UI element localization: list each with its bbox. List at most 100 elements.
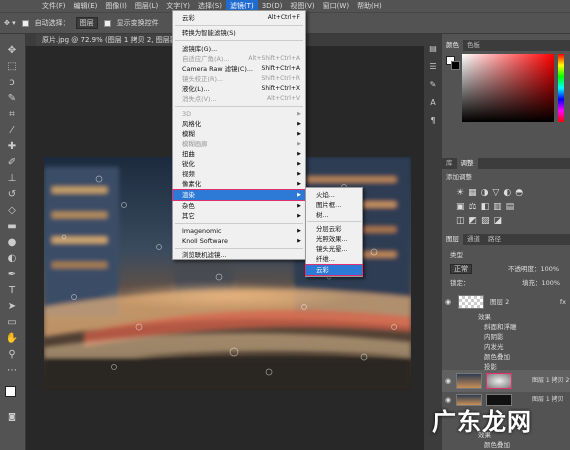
menu-edit[interactable]: 编辑(E): [70, 0, 102, 12]
more-tools-icon[interactable]: ⋯: [5, 364, 19, 378]
layer-name[interactable]: 图层 2: [490, 294, 509, 310]
submenu-item-difference-clouds[interactable]: 分层云彩: [306, 224, 362, 234]
menu-help[interactable]: 帮助(H): [353, 0, 386, 12]
menu-item-stylize[interactable]: 风格化 ▶: [173, 119, 305, 129]
submenu-item-fibers[interactable]: 纤维...: [306, 254, 362, 264]
character-panel-icon[interactable]: A: [426, 96, 440, 110]
menu-item-vanishing-point[interactable]: 消失点(V)... Alt+Ctrl+V: [173, 94, 305, 104]
menu-item-convert-smart-filter[interactable]: 转换为智能滤镜(S): [173, 28, 305, 38]
menu-item-pixelate[interactable]: 像素化 ▶: [173, 179, 305, 189]
blend-mode-select[interactable]: 正常: [450, 264, 472, 274]
auto-select-checkbox[interactable]: [21, 19, 29, 27]
submenu-item-lens-flare[interactable]: 镜头光晕...: [306, 244, 362, 254]
menu-item-clouds-last[interactable]: 云彩 Alt+Ctrl+F: [173, 13, 305, 23]
menu-layer[interactable]: 图层(L): [131, 0, 162, 12]
layer-row-layer2[interactable]: ◉ 图层 2 fx: [442, 294, 570, 310]
menu-item-adaptive-wide-angle[interactable]: 自适应广角(A)... Alt+Shift+Ctrl+A: [173, 54, 305, 64]
foreground-color-swatch[interactable]: [5, 386, 16, 397]
menu-item-blur-gallery[interactable]: 模糊画廊 ▶: [173, 139, 305, 149]
menu-image[interactable]: 图像(I): [101, 0, 131, 12]
menu-item-filter-gallery[interactable]: 滤镜库(G)...: [173, 44, 305, 54]
history-panel-icon[interactable]: ▤: [426, 42, 440, 56]
tab-channels[interactable]: 通道: [463, 234, 484, 245]
show-transform-checkbox[interactable]: [103, 19, 111, 27]
quick-select-tool-icon[interactable]: ✎: [5, 92, 19, 106]
properties-panel-icon[interactable]: ☰: [426, 60, 440, 74]
move-tool-icon[interactable]: ✥ ▾: [4, 19, 16, 27]
move-tool-icon[interactable]: ✥: [5, 44, 19, 58]
quick-mask-icon[interactable]: ◙: [5, 410, 19, 424]
menu-file[interactable]: 文件(F): [38, 0, 70, 12]
menu-item-noise[interactable]: 杂色 ▶: [173, 201, 305, 211]
menu-item-sharpen[interactable]: 锐化 ▶: [173, 159, 305, 169]
brush-tool-icon[interactable]: ✐: [5, 156, 19, 170]
tab-libraries[interactable]: 库: [442, 158, 457, 169]
tab-swatches[interactable]: 色板: [463, 40, 484, 51]
healing-tool-icon[interactable]: ✚: [5, 140, 19, 154]
eyedropper-tool-icon[interactable]: ⁄: [5, 124, 19, 138]
tab-color[interactable]: 颜色: [442, 40, 463, 51]
path-select-tool-icon[interactable]: ➤: [5, 300, 19, 314]
effect-color-overlay[interactable]: 颜色叠加: [442, 352, 570, 362]
layers-panel-tabs: 图层 通道 路径: [442, 234, 570, 245]
paragraph-panel-icon[interactable]: ¶: [426, 114, 440, 128]
submenu-item-picture-frame[interactable]: 图片框...: [306, 200, 362, 210]
menu-item-liquify[interactable]: 液化(L)... Shift+Ctrl+X: [173, 84, 305, 94]
submenu-item-lighting-effects[interactable]: 光照效果...: [306, 234, 362, 244]
menu-window[interactable]: 窗口(W): [319, 0, 353, 12]
tab-adjustments[interactable]: 调整: [456, 158, 478, 169]
menu-item-3d[interactable]: 3D ▶: [173, 109, 305, 119]
visibility-eye-icon[interactable]: ◉: [445, 294, 451, 310]
submenu-item-tree[interactable]: 树...: [306, 210, 362, 220]
menu-item-imagenomic[interactable]: Imagenomic ▶: [173, 226, 305, 236]
lasso-tool-icon[interactable]: ↄ: [5, 76, 19, 90]
layer-row-copy2[interactable]: ◉ 图层 1 拷贝 2: [442, 370, 570, 392]
layer-name[interactable]: 图层 1 拷贝: [532, 393, 564, 407]
menu-item-lens-correction[interactable]: 镜头校正(R)... Shift+Ctrl+R: [173, 74, 305, 84]
gradient-tool-icon[interactable]: ▬: [5, 220, 19, 234]
menu-item-browse-online[interactable]: 浏览联机滤镜...: [173, 250, 305, 260]
menu-item-blur[interactable]: 模糊 ▶: [173, 129, 305, 139]
text-tool-icon[interactable]: T: [5, 284, 19, 298]
submenu-item-clouds[interactable]: 云彩: [305, 264, 363, 276]
bg-color-chip[interactable]: [451, 61, 460, 70]
layer-name[interactable]: 图层 1 拷贝 2: [532, 370, 569, 392]
menu-item-video[interactable]: 视频 ▶: [173, 169, 305, 179]
blur-tool-icon[interactable]: ●: [5, 236, 19, 250]
layer-mask-thumbnail[interactable]: [486, 373, 512, 389]
menu-item-knoll-software[interactable]: Knoll Software ▶: [173, 236, 305, 246]
menu-item-distort[interactable]: 扭曲 ▶: [173, 149, 305, 159]
submenu-item-flame[interactable]: 火焰...: [306, 190, 362, 200]
menu-item-other[interactable]: 其它 ▶: [173, 211, 305, 221]
stamp-tool-icon[interactable]: ⊥: [5, 172, 19, 186]
opacity-field[interactable]: 不透明度：100%: [508, 264, 559, 274]
menu-item-render[interactable]: 渲染 ▶: [172, 189, 306, 201]
marquee-tool-icon[interactable]: ⬚: [5, 60, 19, 74]
fill-field[interactable]: 填充：100%: [522, 278, 560, 288]
pen-tool-icon[interactable]: ✒: [5, 268, 19, 282]
layer-thumbnail: [456, 373, 482, 389]
hue-slider[interactable]: [558, 54, 564, 122]
layer-filter-kind[interactable]: 类型: [442, 250, 570, 260]
shape-tool-icon[interactable]: ▭: [5, 316, 19, 330]
tab-layers[interactable]: 图层: [442, 234, 463, 245]
eraser-tool-icon[interactable]: ◇: [5, 204, 19, 218]
brush-panel-icon[interactable]: ✎: [426, 78, 440, 92]
effect-inner-shadow[interactable]: 内阴影: [442, 332, 570, 342]
effect-inner-glow[interactable]: 内发光: [442, 342, 570, 352]
effect-row[interactable]: 效果: [442, 312, 570, 322]
menu-item-camera-raw[interactable]: Camera Raw 滤镜(C)... Shift+Ctrl+A: [173, 64, 305, 74]
adjustment-icons[interactable]: ☀▦◑▽◐◓ ▣⚖◧▥▤ ◫◩▨◪: [456, 186, 556, 228]
color-picker-field[interactable]: [462, 54, 554, 122]
effect-color-overlay[interactable]: 颜色叠加: [442, 440, 570, 450]
tab-paths[interactable]: 路径: [484, 234, 505, 245]
zoom-tool-icon[interactable]: ⚲: [5, 348, 19, 362]
effect-bevel-emboss[interactable]: 斜面和浮雕: [442, 322, 570, 332]
auto-select-dropdown[interactable]: 图层: [75, 17, 98, 29]
dodge-tool-icon[interactable]: ◐: [5, 252, 19, 266]
history-brush-icon[interactable]: ↺: [5, 188, 19, 202]
render-submenu: 火焰... 图片框... 树... 分层云彩 光照效果... 镜头光晕... 纤…: [305, 187, 363, 277]
crop-tool-icon[interactable]: ⌗: [5, 108, 19, 122]
visibility-eye-icon[interactable]: ◉: [445, 370, 451, 392]
hand-tool-icon[interactable]: ✋: [5, 332, 19, 346]
